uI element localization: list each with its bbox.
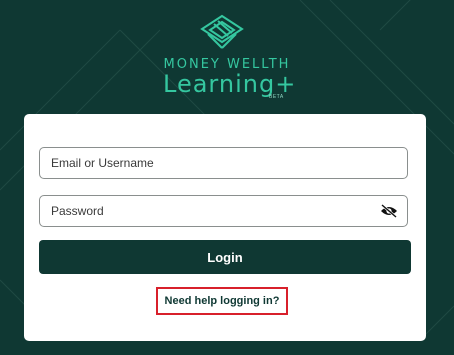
beta-badge: BETA xyxy=(269,94,284,100)
money-wellth-logo-icon xyxy=(200,14,244,49)
email-input[interactable] xyxy=(51,154,371,172)
eye-slash-icon[interactable] xyxy=(380,204,398,218)
email-field[interactable] xyxy=(39,147,408,179)
need-help-link[interactable]: Need help logging in? xyxy=(158,295,286,307)
password-input[interactable] xyxy=(51,202,371,220)
login-card: Login Need help logging in? xyxy=(24,114,426,341)
login-button[interactable]: Login xyxy=(39,240,411,274)
help-link-highlight: Need help logging in? xyxy=(156,287,288,315)
password-field[interactable] xyxy=(39,195,408,227)
